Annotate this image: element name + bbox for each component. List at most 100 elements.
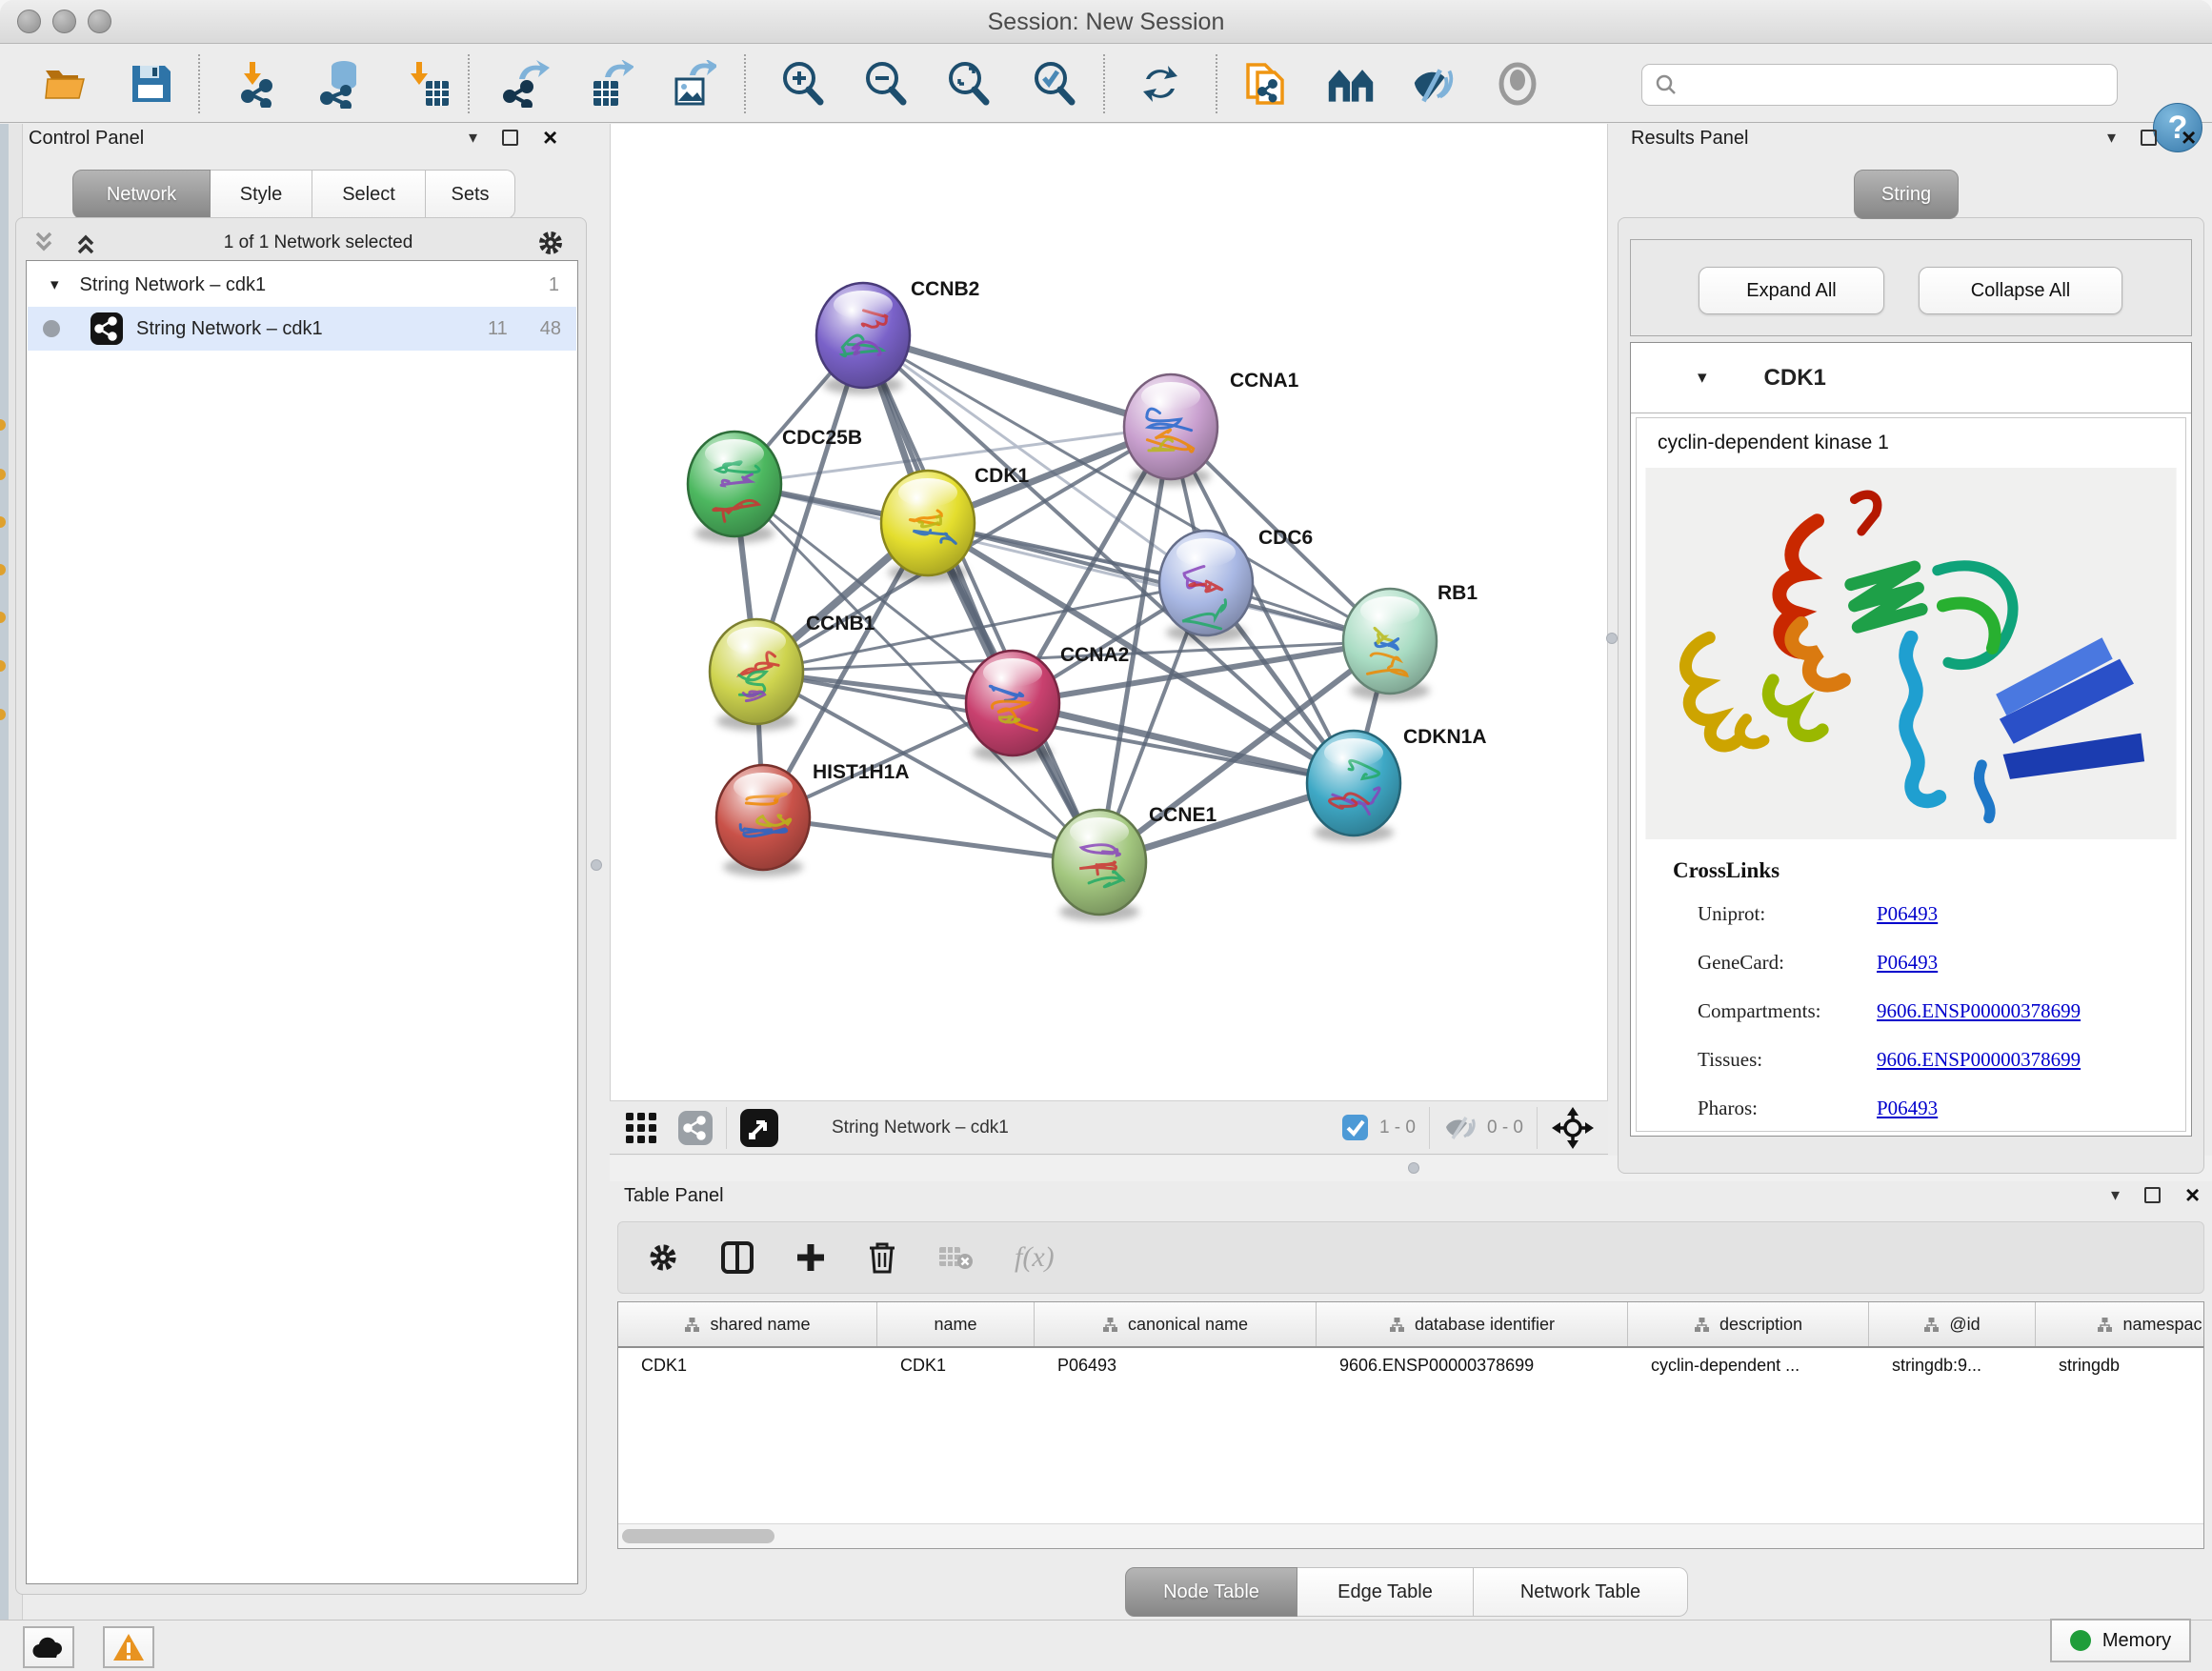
import-database-icon[interactable] [315,59,365,109]
tab-style[interactable]: Style [211,170,312,219]
tree-options-gear-icon[interactable] [536,229,565,257]
show-columns-icon[interactable] [721,1241,754,1274]
panel-float-icon[interactable] [502,130,518,146]
memory-button[interactable]: Memory [2050,1619,2191,1662]
column-label: shared name [710,1315,810,1335]
panel-close-icon[interactable]: × [2185,1187,2200,1203]
warnings-button[interactable] [103,1626,154,1668]
network-canvas[interactable]: CCNB2CCNA1CDC25BCDK1CDC6RB1CCNB1CCNA2CDK… [610,124,1608,1100]
table-cell[interactable]: CDK1 [877,1356,1035,1376]
refresh-layout-icon[interactable] [1136,59,1185,109]
import-network-icon[interactable] [233,59,283,109]
crosslink-value-link[interactable]: P06493 [1877,1097,2176,1120]
cloud-button[interactable] [23,1626,74,1668]
horizontal-splitter-grip[interactable] [1408,1162,1419,1174]
panel-menu-icon[interactable]: ▾ [469,128,477,148]
table-column-header[interactable]: canonical name [1035,1302,1317,1346]
control-panel-title: Control Panel [29,128,144,150]
network-node[interactable] [1307,731,1400,842]
node-label: CDC25B [782,427,862,449]
scrollbar-handle[interactable] [622,1529,774,1543]
table-cell[interactable]: CDK1 [618,1356,877,1376]
table-column-header[interactable]: name [877,1302,1035,1346]
table-column-header[interactable]: namespac [2036,1302,2204,1346]
table-cell[interactable]: P06493 [1035,1356,1317,1376]
network-node[interactable] [1343,589,1437,700]
network-node[interactable] [710,619,803,731]
network-node[interactable] [816,283,910,394]
export-image-icon[interactable] [668,59,717,109]
network-row-selected[interactable]: String Network – cdk1 11 48 [28,307,576,351]
tab-network-table[interactable]: Network Table [1474,1567,1688,1617]
left-splitter-grip[interactable] [591,859,602,871]
crosslink-value-link[interactable]: P06493 [1877,902,2176,926]
tab-network[interactable]: Network [72,170,211,219]
network-edge[interactable] [863,335,1099,862]
zoom-fit-icon[interactable] [944,59,994,109]
panel-float-icon[interactable] [2144,1187,2161,1203]
open-session-icon[interactable] [40,59,90,109]
zoom-in-icon[interactable] [778,59,828,109]
network-collection-row[interactable]: ▾ String Network – cdk1 1 [28,263,576,307]
network-status-dot-icon [43,320,60,337]
panel-float-icon[interactable] [2141,130,2157,146]
search-input[interactable] [1679,73,2098,96]
panel-close-icon[interactable]: × [543,130,557,146]
table-column-header[interactable]: database identifier [1317,1302,1628,1346]
zoom-out-icon[interactable] [861,59,911,109]
network-edge[interactable] [763,817,1099,862]
save-session-icon[interactable] [126,59,175,109]
panel-menu-icon[interactable]: ▾ [2111,1185,2120,1205]
table-cell[interactable]: stringdb [2036,1356,2204,1376]
collapse-all-button[interactable]: Collapse All [1919,267,2122,314]
panel-close-icon[interactable]: × [2182,130,2196,146]
result-entry-header[interactable]: ▾ CDK1 [1631,343,2191,413]
tree-expand-icon[interactable]: ▾ [50,275,59,294]
panel-menu-icon[interactable]: ▾ [2107,128,2116,148]
tab-edge-table[interactable]: Edge Table [1297,1567,1474,1617]
export-table-icon[interactable] [585,59,634,109]
table-cell[interactable]: cyclin-dependent ... [1628,1356,1869,1376]
table-options-gear-icon[interactable] [647,1241,679,1274]
birdseye-view-icon[interactable] [740,1109,778,1147]
pan-crosshair-icon[interactable] [1551,1106,1595,1150]
network-graph[interactable]: CCNB2CCNA1CDC25BCDK1CDC6RB1CCNB1CCNA2CDK… [611,124,1609,1100]
show-all-icon[interactable] [1493,59,1542,109]
tab-sets[interactable]: Sets [426,170,515,219]
delete-column-icon[interactable] [868,1241,896,1274]
duplicate-network-icon[interactable] [1240,59,1290,109]
table-cell[interactable]: stringdb:9... [1869,1356,2036,1376]
crosslink-value-link[interactable]: P06493 [1877,951,2176,975]
collapse-all-chevrons-icon[interactable] [30,230,58,256]
table-column-header[interactable]: shared name [618,1302,877,1346]
crosslink-value-link[interactable]: 9606.ENSP00000378699 [1877,1048,2176,1072]
network-node[interactable] [1124,374,1217,486]
tab-string-results[interactable]: String [1854,170,1959,219]
network-view-icon[interactable] [678,1111,713,1145]
table-column-header[interactable]: description [1628,1302,1869,1346]
selected-checkbox-icon[interactable] [1342,1115,1368,1140]
table-row[interactable]: CDK1CDK1P064939606.ENSP00000378699cyclin… [618,1348,2203,1382]
table-horizontal-scrollbar[interactable] [618,1523,2203,1548]
search-box[interactable] [1641,64,2118,106]
export-network-icon[interactable] [501,59,551,109]
crosslink-value-link[interactable]: 9606.ENSP00000378699 [1877,999,2176,1023]
add-column-icon[interactable] [795,1242,826,1273]
tab-node-table[interactable]: Node Table [1125,1567,1297,1617]
network-node[interactable] [881,471,975,582]
tab-select[interactable]: Select [312,170,426,219]
table-column-header[interactable]: @id [1869,1302,2036,1346]
table-cell[interactable]: 9606.ENSP00000378699 [1317,1356,1628,1376]
network-node[interactable] [688,432,781,543]
hide-selected-icon[interactable] [1409,59,1458,109]
first-neighbors-icon[interactable] [1326,59,1376,109]
expand-all-chevrons-icon[interactable] [71,230,100,256]
import-table-icon[interactable] [402,59,452,109]
network-node[interactable] [716,765,810,876]
zoom-selected-icon[interactable] [1030,59,1079,109]
entry-collapse-icon[interactable]: ▾ [1698,367,1707,389]
grid-view-icon[interactable] [625,1112,657,1144]
expand-all-button[interactable]: Expand All [1699,267,1884,314]
results-panel: Results Panel ▾ × Expand All Collapse Al… [1608,124,2212,1181]
network-node[interactable] [1053,810,1146,921]
